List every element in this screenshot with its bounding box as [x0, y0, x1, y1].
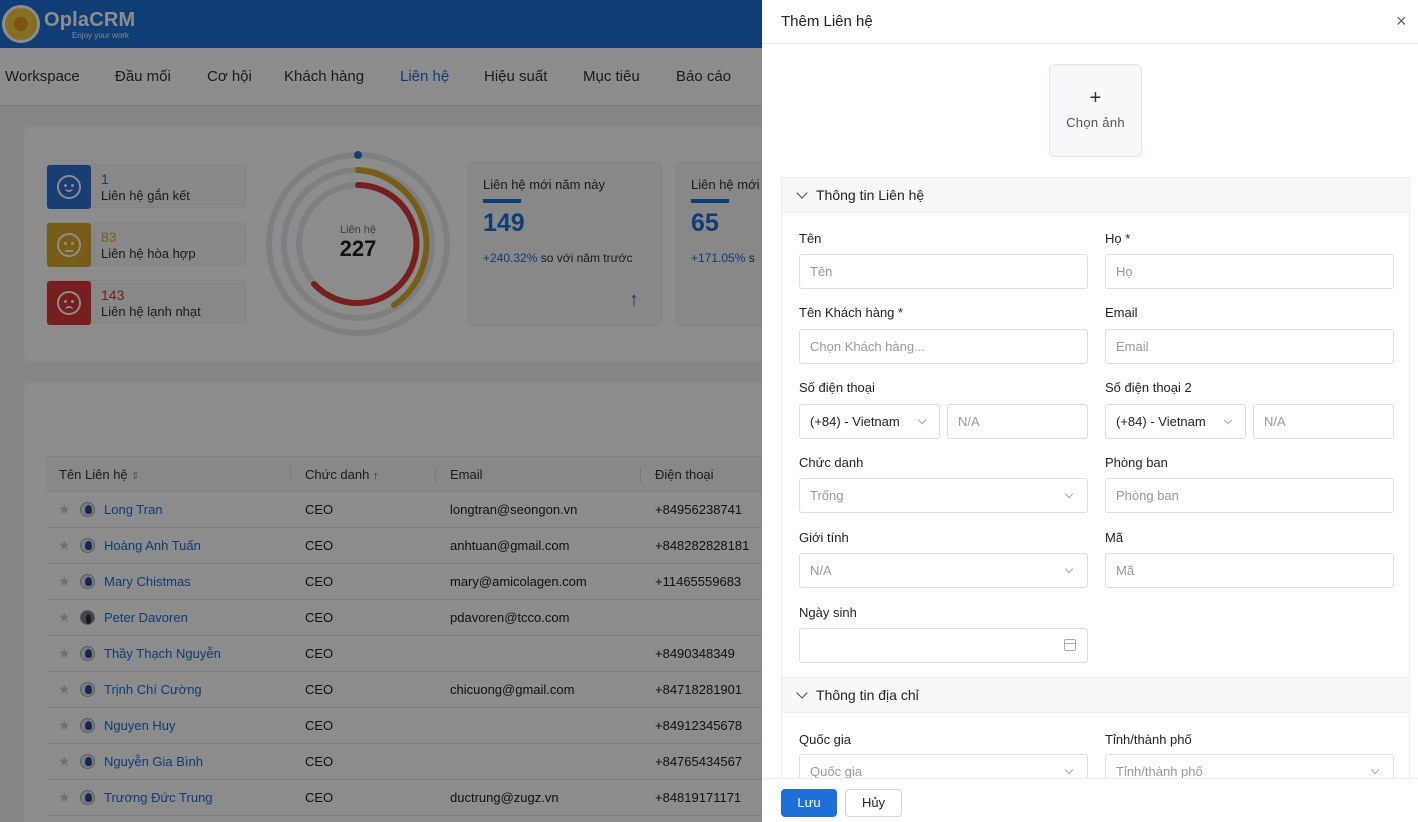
address-info-section: Thông tin địa chỉ Quốc gia Quốc gia Tỉnh…	[781, 677, 1410, 779]
chevron-down-icon	[1223, 415, 1233, 425]
chevron-down-icon	[1064, 564, 1074, 574]
calendar-icon[interactable]	[1064, 639, 1076, 651]
phone-input[interactable]: N/A	[947, 404, 1088, 439]
add-contact-drawer: Thêm Liên hệ × + Chọn ảnh Thông tin Liên…	[762, 0, 1418, 822]
section-title: Thông tin Liên hệ	[816, 187, 925, 203]
drawer-footer: Lưu Hủy	[762, 778, 1418, 822]
close-icon[interactable]: ×	[1396, 12, 1407, 30]
department-input[interactable]: Phòng ban	[1105, 478, 1394, 513]
phone2-country-select[interactable]: (+84) - Vietnam	[1105, 404, 1246, 439]
phone-label: Số điện thoại	[799, 380, 875, 395]
chevron-down-icon	[1064, 489, 1074, 499]
section-title: Thông tin địa chỉ	[816, 687, 919, 703]
chevron-down-icon	[917, 415, 927, 425]
country-placeholder: Quốc gia	[810, 764, 863, 779]
department-label: Phòng ban	[1105, 455, 1168, 470]
chevron-down-icon	[796, 187, 808, 199]
avatar-upload-label: Chọn ảnh	[1066, 115, 1125, 130]
job-title-select[interactable]: Trống	[799, 478, 1088, 513]
code-input[interactable]: Mã	[1105, 553, 1394, 588]
phone2-input[interactable]: N/A	[1253, 404, 1394, 439]
cancel-button[interactable]: Hủy	[845, 789, 902, 817]
gender-select[interactable]: N/A	[799, 553, 1088, 588]
phone2-country-value: (+84) - Vietnam	[1116, 414, 1206, 429]
plus-icon: +	[1089, 87, 1102, 109]
chevron-down-icon	[1064, 765, 1074, 775]
province-label: Tỉnh/thành phố	[1105, 732, 1192, 747]
section-header-contact[interactable]: Thông tin Liên hệ	[782, 178, 1409, 213]
customer-select[interactable]: Chọn Khách hàng...	[799, 329, 1088, 364]
phone-country-select[interactable]: (+84) - Vietnam	[799, 404, 940, 439]
province-placeholder: Tỉnh/thành phố	[1116, 764, 1203, 779]
country-label: Quốc gia	[799, 732, 852, 747]
phone2-label: Số điện thoại 2	[1105, 380, 1192, 395]
code-label: Mã	[1105, 530, 1124, 545]
job-title-value: Trống	[810, 488, 844, 503]
drawer-title: Thêm Liên hệ	[781, 13, 873, 30]
phone-country-value: (+84) - Vietnam	[810, 414, 900, 429]
section-header-address[interactable]: Thông tin địa chỉ	[782, 678, 1409, 713]
first-name-input[interactable]: Tên	[799, 254, 1088, 289]
job-title-label: Chức danh	[799, 455, 864, 470]
gender-label: Giới tính	[799, 530, 849, 545]
country-select[interactable]: Quốc gia	[799, 754, 1088, 779]
chevron-down-icon	[1370, 765, 1380, 775]
email-field[interactable]: Email	[1105, 329, 1394, 364]
contact-info-section: Thông tin Liên hệ Tên Tên Họ * Họ Tên Kh…	[781, 177, 1410, 678]
gender-value: N/A	[810, 563, 832, 578]
last-name-label: Họ *	[1105, 231, 1131, 246]
save-button[interactable]: Lưu	[781, 789, 837, 817]
email-label: Email	[1105, 305, 1138, 320]
avatar-upload-button[interactable]: + Chọn ảnh	[1049, 64, 1142, 157]
drawer-header: Thêm Liên hệ ×	[762, 0, 1418, 44]
modal-backdrop[interactable]	[0, 0, 762, 822]
chevron-down-icon	[796, 687, 808, 699]
province-select[interactable]: Tỉnh/thành phố	[1105, 754, 1394, 779]
birthday-label: Ngày sinh	[799, 605, 857, 620]
first-name-label: Tên	[799, 231, 822, 246]
birthday-date-picker[interactable]	[799, 628, 1088, 663]
customer-label: Tên Khách hàng *	[799, 305, 904, 320]
last-name-input[interactable]: Họ	[1105, 254, 1394, 289]
